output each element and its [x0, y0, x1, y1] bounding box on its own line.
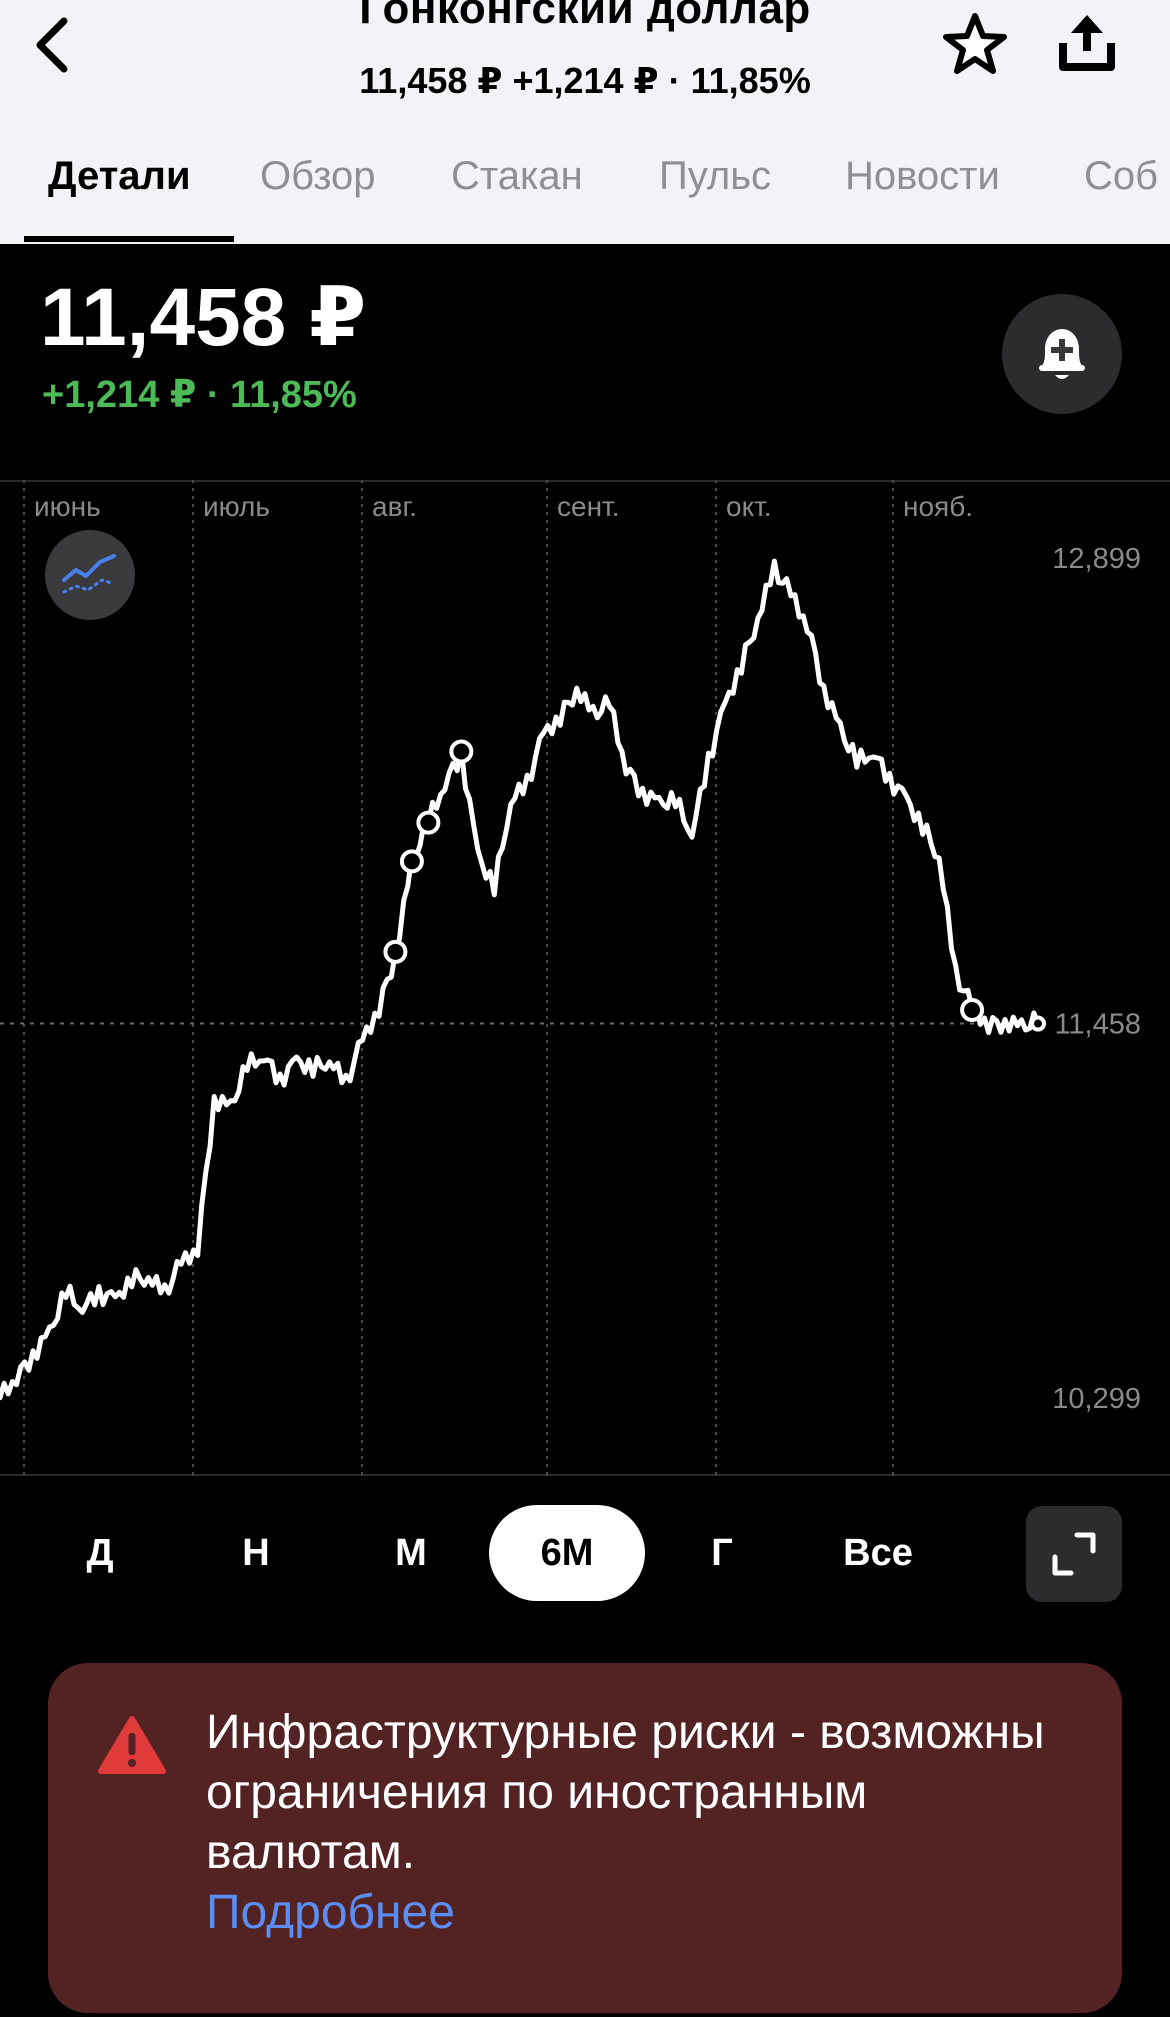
price-series-line — [0, 558, 1041, 1401]
expand-icon — [1052, 1532, 1096, 1576]
event-marker — [449, 739, 474, 764]
star-icon — [943, 13, 1007, 74]
top-bar: Гонконгский доллар 11,458 ₽ +1,214 ₽ · 1… — [0, 0, 1170, 244]
period-week-button[interactable]: Н — [178, 1505, 334, 1601]
warning-text: Инфраструктурные риски - возможны ограни… — [206, 1706, 1045, 1879]
month-label: нояб. — [903, 491, 973, 522]
event-marker — [416, 810, 441, 835]
period-selector: Д Н М 6М Г Все — [0, 1505, 1170, 1605]
tab-events[interactable]: Соб — [1084, 154, 1158, 199]
month-label: сент. — [557, 491, 620, 522]
price-chart[interactable]: июнь июль авг. сент. окт. нояб. 12,899 11,458 10… — [0, 480, 1170, 1476]
y-tick-label: 12,899 — [1052, 543, 1141, 575]
price-change: +1,214 ₽ · 11,85% — [42, 374, 357, 416]
last-price-point — [1030, 1015, 1046, 1032]
tab-bar: Детали Обзор Стакан Пульс Новости Соб — [0, 140, 1170, 244]
month-label: июль — [203, 491, 270, 522]
price-alert-button[interactable] — [1002, 294, 1122, 414]
event-marker — [383, 939, 408, 964]
event-marker — [399, 849, 424, 874]
active-tab-indicator — [24, 236, 234, 242]
tab-order-book[interactable]: Стакан — [451, 154, 583, 199]
current-price: 11,458 ₽ — [40, 272, 367, 363]
tab-news[interactable]: Новости — [845, 154, 1000, 199]
month-label: окт. — [726, 491, 772, 522]
chart-canvas: июнь июль авг. сент. окт. нояб. 12,899 11,458 10… — [0, 480, 1170, 1476]
indicator-chart-icon — [62, 554, 116, 594]
warning-icon — [98, 1716, 166, 1774]
fullscreen-button[interactable] — [1026, 1506, 1122, 1602]
tab-pulse[interactable]: Пульс — [659, 154, 771, 199]
tab-details[interactable]: Детали — [48, 154, 191, 199]
favorite-button[interactable] — [940, 10, 1010, 80]
tab-overview[interactable]: Обзор — [260, 154, 376, 199]
month-label: авг. — [372, 491, 417, 522]
period-6m-button[interactable]: 6М — [489, 1505, 645, 1601]
bell-plus-icon — [1039, 329, 1085, 379]
indicators-button[interactable] — [45, 530, 135, 620]
event-marker — [960, 997, 985, 1022]
period-all-button[interactable]: Все — [800, 1505, 956, 1601]
share-icon — [1059, 15, 1115, 71]
y-tick-label: 10,299 — [1052, 1383, 1141, 1415]
risk-warning-banner: Инфраструктурные риски - возможны ограни… — [48, 1663, 1122, 2013]
period-year-button[interactable]: Г — [644, 1505, 800, 1601]
more-details-link[interactable]: Подробнее — [206, 1883, 1086, 1943]
period-month-button[interactable]: М — [333, 1505, 489, 1601]
month-label: июнь — [34, 491, 101, 522]
y-tick-label: 11,458 — [1054, 1009, 1141, 1041]
period-day-button[interactable]: Д — [22, 1505, 178, 1601]
share-button[interactable] — [1050, 5, 1124, 79]
